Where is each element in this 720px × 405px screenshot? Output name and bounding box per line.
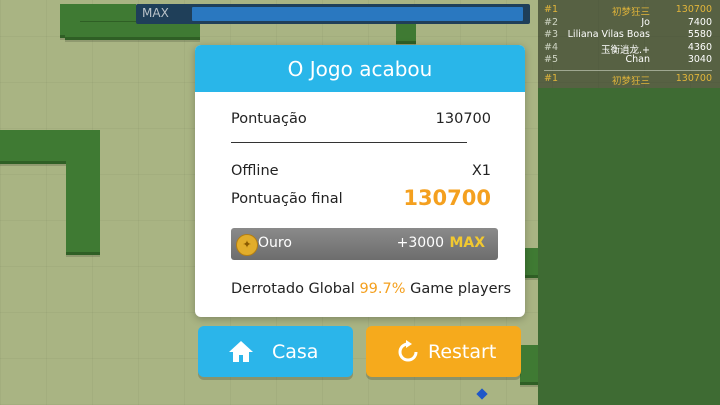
leaderboard-rank: #3	[544, 29, 559, 40]
leaderboard-name: 初梦狂三	[611, 7, 650, 18]
leaderboard-name: 初梦狂三	[611, 76, 650, 87]
offline-label: Offline	[231, 163, 279, 179]
progress-max-label: MAX	[142, 6, 169, 20]
restart-button[interactable]: Restart	[366, 326, 521, 377]
dark-zone	[538, 88, 720, 405]
game-over-dialog: O Jogo acabou Pontuação 130700 Offline X…	[195, 45, 525, 317]
leaderboard-name: 玉衡逍龙.+	[601, 44, 650, 56]
leaderboard-rank: #4	[544, 41, 559, 53]
defeated-prefix: Derrotado Global	[231, 281, 355, 297]
leaderboard-rank: #5	[544, 54, 559, 65]
leaderboard-name: Jo	[641, 16, 650, 28]
final-score-value: 130700	[403, 186, 491, 210]
gold-label: Ouro	[258, 235, 292, 251]
restart-button-label: Restart	[428, 341, 497, 363]
gold-amount: +3000	[396, 235, 444, 251]
restart-icon	[398, 340, 418, 362]
leaderboard-name: Chan	[625, 54, 651, 65]
leaderboard-row: #5 Chan 3040	[544, 54, 712, 66]
leaderboard-score: 130700	[675, 4, 712, 15]
defeated-stat: Derrotado Global 99.7% Game players	[231, 281, 511, 297]
gold-reward: ✦ Ouro +3000 MAX	[231, 228, 498, 260]
offline-value: X1	[471, 163, 491, 179]
leaderboard-row: #3 Liliana Vilas Boas 5580	[544, 29, 712, 41]
coin-icon: ✦	[236, 234, 258, 256]
progress-fill	[192, 7, 523, 21]
progress-bar: MAX	[136, 4, 530, 24]
score-row: Pontuação 130700	[231, 111, 491, 127]
leaderboard-score: 3040	[687, 54, 712, 65]
offline-row: Offline X1	[231, 163, 491, 179]
leaderboard: #1 初梦狂三 130700 #2 Jo 7400 #3 Liliana Vilas Boas…	[538, 0, 720, 88]
defeated-percent: 99.7%	[359, 281, 406, 297]
wall	[65, 22, 200, 40]
leaderboard-row: #1 初梦狂三 130700	[544, 4, 712, 18]
dialog-header: O Jogo acabou	[195, 45, 525, 92]
final-score-label: Pontuação final	[231, 191, 343, 207]
gold-max: MAX	[449, 235, 485, 251]
leaderboard-score: 7400	[687, 16, 712, 28]
leaderboard-rank: #1	[544, 4, 559, 15]
final-score-row: Pontuação final 130700	[231, 186, 491, 210]
leaderboard-name: Liliana Vilas Boas	[567, 29, 650, 40]
defeated-suffix: Game players	[410, 281, 512, 297]
home-button-label: Casa	[272, 341, 319, 363]
leaderboard-rank: #2	[544, 16, 559, 28]
wall	[520, 345, 540, 385]
leaderboard-row: #1 初梦狂三 130700	[544, 73, 712, 87]
leaderboard-score: 4360	[687, 41, 712, 53]
score-value: 130700	[435, 111, 491, 127]
home-button[interactable]: Casa	[198, 326, 353, 377]
dialog-title: O Jogo acabou	[287, 57, 433, 81]
leaderboard-rank: #1	[544, 73, 559, 84]
score-label: Pontuação	[231, 111, 307, 127]
leaderboard-row: #2 Jo 7400	[544, 17, 712, 29]
home-icon	[229, 341, 253, 362]
leaderboard-separator	[544, 70, 712, 71]
wall	[66, 130, 100, 255]
leaderboard-score: 5580	[687, 29, 712, 40]
divider	[231, 142, 467, 143]
leaderboard-score: 130700	[675, 73, 712, 84]
leaderboard-row: #4 玉衡逍龙.+ 4360	[544, 41, 712, 56]
